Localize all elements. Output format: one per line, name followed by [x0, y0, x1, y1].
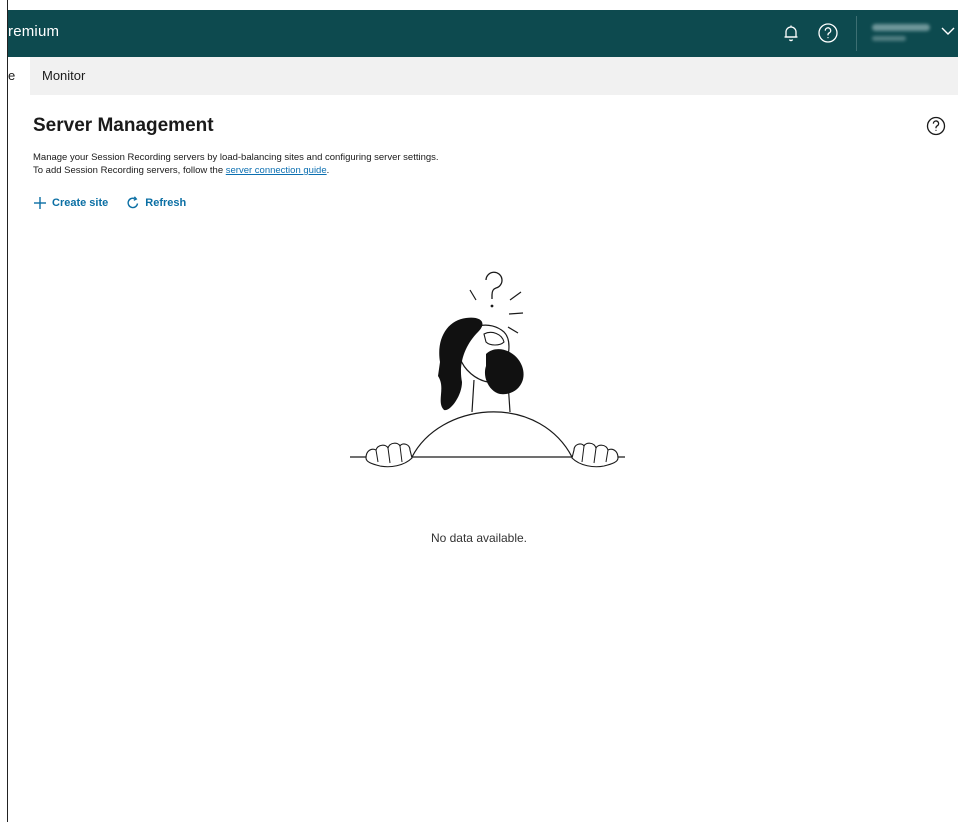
- action-bar: Create site Refresh: [33, 196, 186, 210]
- user-org-redacted: [872, 36, 906, 41]
- user-menu[interactable]: [864, 10, 958, 57]
- page-title: Server Management: [33, 115, 214, 136]
- chevron-down-icon: [940, 24, 956, 42]
- refresh-icon: [127, 196, 139, 209]
- create-site-label: Create site: [52, 197, 109, 209]
- page-description-line2: To add Session Recording servers, follow…: [33, 165, 329, 176]
- tab-monitor[interactable]: Monitor: [42, 57, 85, 95]
- empty-state-illustration: [350, 271, 625, 468]
- refresh-label: Refresh: [145, 197, 187, 209]
- tab-previous-partial[interactable]: e: [8, 57, 30, 95]
- tab-bar: e Monitor: [8, 57, 958, 95]
- help-circle-icon[interactable]: [815, 20, 841, 46]
- description-prefix: To add Session Recording servers, follow…: [33, 165, 226, 176]
- page-description: Manage your Session Recording servers by…: [33, 152, 439, 163]
- question-mark-icon: [485, 271, 503, 299]
- empty-state-message: No data available.: [430, 531, 528, 545]
- description-suffix: .: [326, 165, 330, 176]
- page-help-icon[interactable]: [925, 115, 947, 137]
- bell-icon[interactable]: [778, 20, 804, 46]
- user-name-redacted: [872, 24, 930, 31]
- top-header: remium: [8, 10, 958, 57]
- create-site-button[interactable]: Create site: [33, 196, 108, 210]
- plus-icon: [34, 197, 46, 209]
- left-border: [7, 0, 8, 822]
- server-connection-guide-link[interactable]: server connection guide: [226, 165, 327, 176]
- refresh-button[interactable]: Refresh: [126, 196, 186, 210]
- product-name: remium: [8, 23, 60, 40]
- header-divider: [856, 16, 857, 51]
